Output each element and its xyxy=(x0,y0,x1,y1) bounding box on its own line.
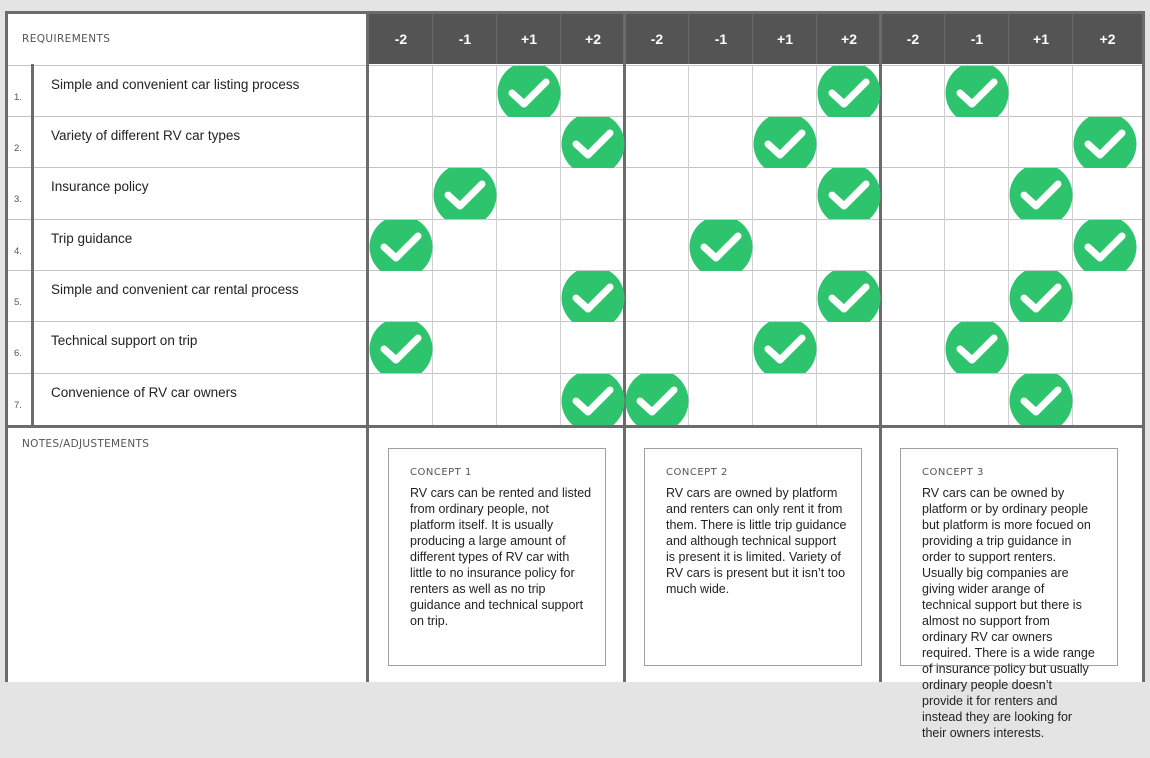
score-header-2: +1 xyxy=(497,14,561,64)
score-header-1: -1 xyxy=(433,14,497,64)
requirements-header: REQUIREMENTS xyxy=(8,14,367,64)
requirement-label: Variety of different RV car types xyxy=(51,128,241,143)
header-divider xyxy=(496,14,497,64)
checkmark-icon xyxy=(817,66,881,117)
score-header-7: +2 xyxy=(817,14,881,64)
header-divider xyxy=(752,14,753,64)
notes-label: NOTES/ADJUSTEMENTS xyxy=(22,438,150,450)
checkmark-icon xyxy=(945,66,1009,117)
checkmark-icon xyxy=(561,117,625,168)
checkmark-icon xyxy=(433,168,497,219)
requirement-label: Convenience of RV car owners xyxy=(51,385,237,400)
concept-title: CONCEPT 2 xyxy=(666,467,728,478)
score-header-4: -2 xyxy=(625,14,689,64)
requirement-label: Simple and convenient car listing proces… xyxy=(51,77,300,92)
requirement-number: 5. xyxy=(14,297,22,308)
requirement-number: 1. xyxy=(14,92,22,103)
checkmark-icon xyxy=(625,374,689,425)
requirement-number: 4. xyxy=(14,246,22,257)
requirement-number: 7. xyxy=(14,400,22,411)
checkmark-icon xyxy=(561,271,625,322)
score-header-3: +2 xyxy=(561,14,625,64)
checkmark-icon xyxy=(1073,117,1137,168)
score-header-10: +1 xyxy=(1009,14,1073,64)
checkmark-icon xyxy=(561,374,625,425)
header-divider xyxy=(688,14,689,64)
checkmark-icon xyxy=(817,271,881,322)
header-divider xyxy=(432,14,433,64)
checkmark-icon xyxy=(1009,168,1073,219)
checkmark-icon xyxy=(1073,220,1137,271)
concept-title: CONCEPT 3 xyxy=(922,467,984,478)
score-header-11: +2 xyxy=(1073,14,1142,64)
score-header-8: -2 xyxy=(881,14,945,64)
header-divider xyxy=(560,14,561,64)
header-divider xyxy=(816,14,817,64)
checkmark-icon xyxy=(369,220,433,271)
grid-divider xyxy=(496,65,497,425)
checkmark-icon xyxy=(753,117,817,168)
requirement-label: Technical support on trip xyxy=(51,333,198,348)
number-column-divider xyxy=(31,64,34,425)
requirement-label: Trip guidance xyxy=(51,231,133,246)
row-divider xyxy=(8,219,1142,220)
checkmark-icon xyxy=(945,322,1009,373)
requirement-label: Insurance policy xyxy=(51,179,149,194)
header-divider xyxy=(1008,14,1009,64)
requirements-header-label: REQUIREMENTS xyxy=(22,33,111,45)
checkmark-icon xyxy=(369,322,433,373)
score-header-5: -1 xyxy=(689,14,753,64)
requirement-number: 6. xyxy=(14,348,22,359)
concept-title: CONCEPT 1 xyxy=(410,467,472,478)
requirement-label: Simple and convenient car rental process xyxy=(51,282,299,297)
checkmark-icon xyxy=(1009,271,1073,322)
concept-divider xyxy=(623,14,626,682)
checkmark-icon xyxy=(817,168,881,219)
notes-divider xyxy=(8,425,1142,428)
concept-description: RV cars can be owned by platform or by o… xyxy=(922,486,1095,740)
score-header-9: -1 xyxy=(945,14,1009,64)
header-divider xyxy=(1072,14,1073,64)
checkmark-icon xyxy=(689,220,753,271)
checkmark-icon xyxy=(497,66,561,117)
requirement-number: 2. xyxy=(14,143,22,154)
checkmark-icon xyxy=(1009,374,1073,425)
concept-description: RV cars can be rented and listed from or… xyxy=(410,486,592,628)
score-header-0: -2 xyxy=(369,14,433,64)
checkmark-icon xyxy=(753,322,817,373)
header-divider xyxy=(944,14,945,64)
score-header-6: +1 xyxy=(753,14,817,64)
requirement-number: 3. xyxy=(14,194,22,205)
concept-description: RV cars are owned by platform and renter… xyxy=(666,486,847,596)
